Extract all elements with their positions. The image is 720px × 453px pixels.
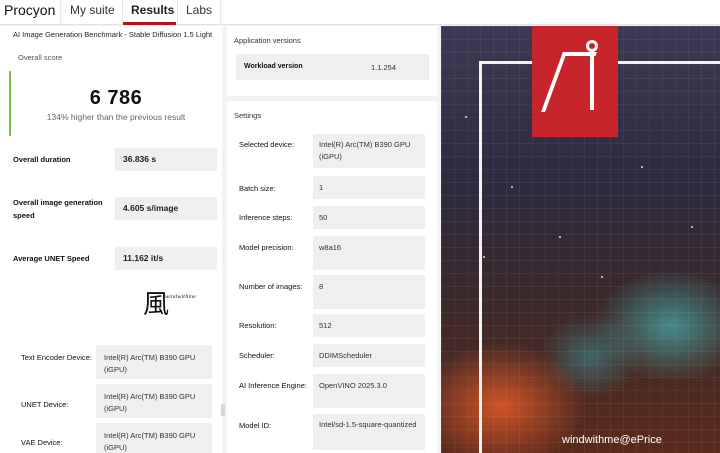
- windwithme-logo: 風 windwithme: [140, 284, 196, 320]
- batch-size-label: Batch size:: [239, 184, 276, 193]
- nav-divider: [177, 0, 178, 25]
- unet-speed-value: 11.162 it/s: [115, 247, 217, 270]
- text-encoder-device-label: Text Encoder Device:: [21, 353, 92, 362]
- scrollbar-handle[interactable]: [221, 404, 225, 416]
- inference-engine-value: OpenVINO 2025.3.0: [313, 374, 425, 408]
- unet-device-value: Intel(R) Arc(TM) B390 GPU (iGPU): [96, 384, 212, 418]
- overall-score-label: Overall score: [18, 53, 63, 62]
- app-window: Procyon My suite Results Labs AI Image G…: [0, 0, 720, 453]
- model-id-value: Intel/sd-1.5-square-quantized: [313, 414, 425, 450]
- generated-image-preview: windwithme@ePrice: [441, 26, 720, 453]
- number-of-images-label: Number of images:: [239, 282, 303, 291]
- logo-a-shape: [541, 52, 597, 112]
- vae-device-label: VAE Device:: [21, 438, 63, 447]
- tab-my-suite[interactable]: My suite: [70, 3, 115, 17]
- model-precision-label: Model precision:: [239, 243, 294, 252]
- application-versions-title: Application versions: [234, 36, 301, 45]
- logo-i-shape: [590, 44, 594, 110]
- model-id-label: Model ID:: [239, 421, 272, 430]
- resolution-label: Resolution:: [239, 321, 277, 330]
- overall-duration-label: Overall duration: [13, 155, 71, 164]
- frame-left-line: [479, 61, 482, 453]
- batch-size-value: 1: [313, 176, 425, 199]
- text-encoder-device-value: Intel(R) Arc(TM) B390 GPU (iGPU): [96, 345, 212, 379]
- settings-title: Settings: [234, 111, 262, 120]
- vae-device-value: Intel(R) Arc(TM) B390 GPU (iGPU): [96, 423, 212, 453]
- inference-steps-value: 50: [313, 206, 425, 229]
- sparkle: [465, 116, 467, 118]
- image-generation-speed-value: 4.605 s/image: [115, 197, 217, 220]
- results-panel: AI Image Generation Benchmark - Stable D…: [0, 26, 222, 453]
- scheduler-label: Scheduler:: [239, 351, 275, 360]
- tab-labs[interactable]: Labs: [186, 3, 212, 17]
- resolution-value: 512: [313, 314, 425, 337]
- scheduler-value: DDIMScheduler: [313, 344, 425, 367]
- sparkle: [511, 186, 513, 188]
- nav-divider: [220, 0, 221, 25]
- sparkle: [483, 256, 485, 258]
- overall-duration-value: 36.836 s: [115, 148, 217, 171]
- logo-text: windwithme: [165, 294, 197, 300]
- sparkle: [641, 166, 643, 168]
- sparkle: [601, 276, 603, 278]
- ai-benchmark-logo: [532, 26, 618, 137]
- tab-results[interactable]: Results: [131, 3, 174, 17]
- image-generation-speed-label: Overall image generation speed: [13, 198, 103, 220]
- overall-score-value: 6 786: [89, 87, 143, 109]
- sparkle: [559, 236, 561, 238]
- active-tab-indicator: [123, 22, 176, 25]
- unet-speed-label: Average UNET Speed: [13, 254, 90, 263]
- application-versions-card: Application versions Workload version 1.…: [227, 26, 437, 96]
- model-precision-value: w8a16: [313, 236, 425, 270]
- app-brand: Procyon: [4, 2, 56, 18]
- top-nav: Procyon My suite Results Labs: [0, 0, 720, 25]
- number-of-images-value: 8: [313, 275, 425, 309]
- logo-glyph: 風: [143, 290, 170, 320]
- settings-card: Settings Selected device: Intel(R) Arc(T…: [227, 101, 437, 453]
- selected-device-value: Intel(R) Arc(TM) B390 GPU (iGPU): [313, 134, 425, 168]
- score-comparison: 134% higher than the previous result: [46, 112, 186, 122]
- inference-engine-label: AI Inference Engine:: [239, 381, 307, 390]
- image-watermark: windwithme@ePrice: [562, 434, 662, 446]
- selected-device-label: Selected device:: [239, 140, 295, 149]
- workload-version-label: Workload version: [244, 63, 303, 70]
- unet-device-label: UNET Device:: [21, 400, 69, 409]
- workload-version-value: 1.1.254: [371, 63, 397, 72]
- logo-dot-shape: [586, 40, 598, 52]
- inference-steps-label: Inference steps:: [239, 213, 293, 222]
- benchmark-title: AI Image Generation Benchmark - Stable D…: [13, 30, 213, 39]
- workload-version-row: Workload version 1.1.254: [236, 54, 429, 80]
- nav-divider: [60, 0, 61, 25]
- sparkle: [691, 226, 693, 228]
